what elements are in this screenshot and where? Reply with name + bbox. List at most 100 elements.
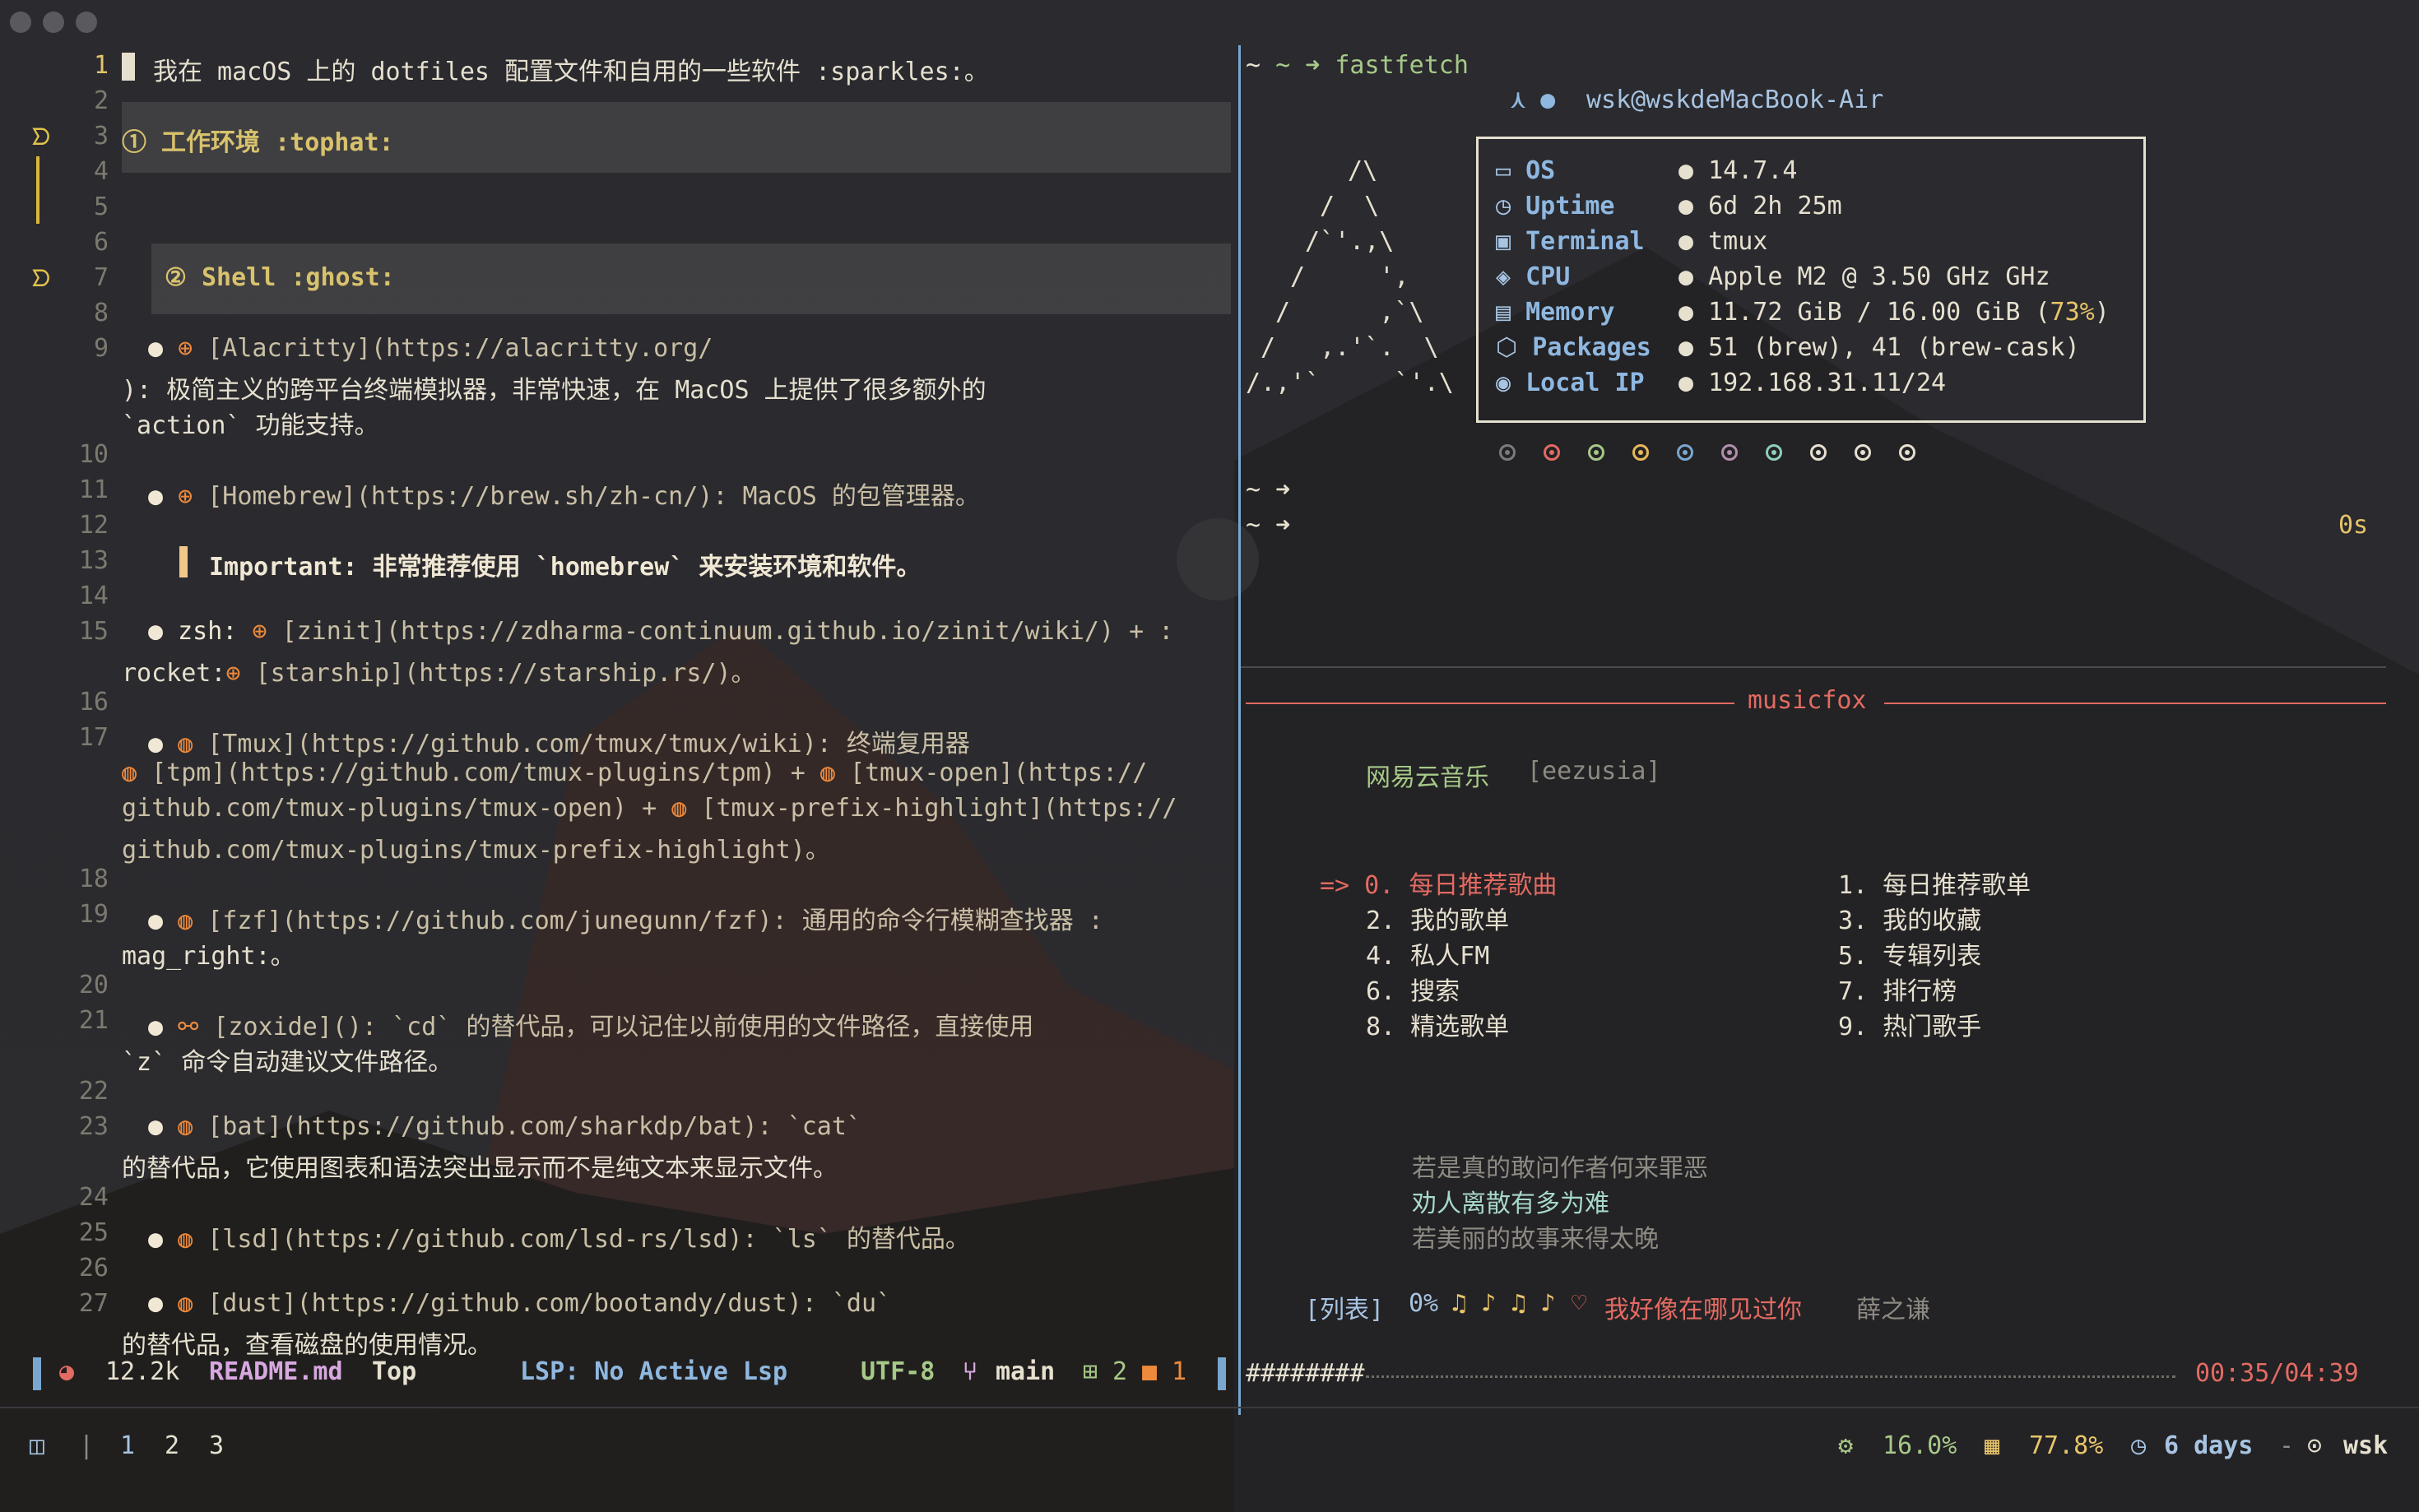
line-text[interactable]: `z` 命令自动建议文件路径。 (122, 1041, 453, 1078)
git-changed-icon: ■ (1142, 1357, 1158, 1386)
separator: - (2279, 1431, 2295, 1460)
menu-item-daily-songs[interactable]: => 0. 每日推荐歌曲 (1320, 865, 1557, 901)
window-tab-2[interactable]: 2 (165, 1431, 179, 1460)
line-text[interactable]: ● ◍ [fzf](https://github.com/junegunn/fz… (148, 900, 1103, 936)
info-key: Local IP (1525, 369, 1645, 397)
line-number: 21 (78, 1006, 109, 1035)
info-value: ● 6d 2h 25m (1678, 192, 1842, 220)
pane-divider[interactable] (1238, 45, 1241, 1415)
title-rule (1246, 703, 1734, 704)
play-mode[interactable]: [列表] (1305, 1289, 1384, 1325)
line-text[interactable]: ● ◍ [bat](https://github.com/sharkdp/bat… (148, 1112, 861, 1141)
ascii-art-line: /\ (1333, 156, 1393, 185)
link[interactable]: [tmux-prefix-highlight](https:// (701, 794, 1177, 823)
line-text[interactable]: ): 极简主义的跨平台终端模拟器，非常快速，在 MacOS 上提供了很多额外的 (122, 369, 987, 406)
link[interactable]: [bat](https://github.com/sharkdp/bat): `… (207, 1112, 861, 1141)
link[interactable]: [lsd](https://github.com/lsd-rs/lsd): `l… (207, 1225, 970, 1254)
git-changed-count: 1 (1172, 1357, 1187, 1386)
line-number: 12 (78, 511, 109, 540)
package-icon: ⬡ (1496, 333, 1518, 362)
line-text[interactable]: `action` 功能支持。 (122, 405, 379, 441)
info-value: ● 11.72 GiB / 16.00 GiB (73%) (1678, 298, 2110, 327)
palette-dot (1499, 444, 1516, 461)
info-key: OS (1525, 156, 1556, 185)
line-text[interactable]: ● ◍ [Tmux](https://github.com/tmux/tmux/… (148, 723, 970, 759)
menu-item-search[interactable]: 6. 搜索 (1366, 971, 1460, 1007)
info-key: Packages (1532, 333, 1651, 362)
link[interactable]: [tmux-open](https:// (850, 758, 1147, 787)
volume[interactable]: 0% (1409, 1289, 1438, 1318)
link[interactable]: [fzf](https://github.com/junegunn/fzf): … (207, 907, 1103, 935)
line-text[interactable]: ● ⚯ [zoxide](): `cd` 的替代品，可以记住以前使用的文件路径，… (148, 1006, 1033, 1042)
link[interactable]: [Alacritty](https://alacritty.org/ (207, 334, 713, 363)
menu-item-my-playlists[interactable]: 2. 我的歌单 (1366, 900, 1509, 936)
menu-item-favorites[interactable]: 3. 我的收藏 (1838, 900, 1981, 936)
line-number: 16 (78, 688, 109, 717)
line-text[interactable]: ◍ [tpm](https://github.com/tmux-plugins/… (122, 758, 1147, 787)
ascii-art-line: / \ (1320, 192, 1380, 220)
link[interactable]: [Homebrew](https://brew.sh/zh-cn/): MacO… (207, 482, 980, 511)
minimize-window-button[interactable] (43, 12, 64, 33)
menu-item-artists[interactable]: 9. 热门歌手 (1838, 1006, 1981, 1042)
line-number: 26 (78, 1254, 109, 1282)
title-rule (1884, 703, 2386, 704)
line-text[interactable]: mag_right:。 (122, 935, 295, 972)
heading-text[interactable]: ② Shell :ghost: (165, 263, 395, 292)
menu-item-charts[interactable]: 7. 排行榜 (1838, 971, 1957, 1007)
line-text[interactable]: github.com/tmux-plugins/tmux-prefix-high… (122, 829, 830, 865)
line-text[interactable]: ● ⊕ [Alacritty](https://alacritty.org/ (148, 334, 713, 363)
prompt-command: ~ ➜ fastfetch (1275, 51, 1469, 80)
info-value: ● 192.168.31.11/24 (1678, 369, 1947, 397)
shell-prompt[interactable]: ~ ~ ➜ fastfetch (1246, 51, 1469, 80)
ascii-art-line: / ,.'`. \ (1261, 333, 1439, 362)
heading-text[interactable]: ① 工作环境 :tophat: (122, 122, 394, 158)
lyric-line-current: 劝人离散有多为难 (1412, 1190, 1609, 1218)
line-number: 24 (78, 1183, 109, 1212)
close-window-button[interactable] (10, 12, 31, 33)
laptop-icon: ▭ (1496, 156, 1511, 185)
menu-item-personal-fm[interactable]: 4. 私人FM (1366, 935, 1489, 972)
session-icon: ◫ (30, 1431, 45, 1460)
app-title: musicfox (1748, 686, 1867, 715)
pane-border[interactable] (1241, 666, 2386, 668)
menu-item-albums[interactable]: 5. 专辑列表 (1838, 935, 1981, 972)
line-text[interactable]: 的替代品，查看磁盘的使用情况。 (122, 1324, 492, 1361)
zoom-window-button[interactable] (76, 12, 97, 33)
git-added-count: 2 (1112, 1357, 1128, 1386)
menu-item-daily-playlists[interactable]: 1. 每日推荐歌单 (1838, 865, 2031, 901)
web-icon: ⊕ (178, 334, 193, 363)
shell-prompt[interactable]: ~ ➜ (1246, 511, 1290, 540)
link[interactable]: github.com/tmux-plugins/tmux-open) + (122, 794, 671, 823)
link[interactable]: [tpm](https://github.com/tmux-plugins/tp… (151, 758, 820, 787)
line-text[interactable]: github.com/tmux-plugins/tmux-open) + ◍ [… (122, 794, 1177, 823)
callout-text[interactable]: Important: 非常推荐使用 `homebrew` 来安装环境和软件。 (209, 546, 921, 582)
git-branch[interactable]: main (996, 1357, 1055, 1386)
line-text[interactable]: 我在 macOS 上的 dotfiles 配置文件和自用的一些软件 :spark… (153, 51, 989, 87)
info-row: ▭ OS (1496, 156, 1555, 185)
cpu-icon: ⚙ (1838, 1431, 1854, 1460)
line-text[interactable]: 的替代品，它使用图表和语法突出显示而不是纯文本来显示文件。 (122, 1148, 838, 1184)
line-text[interactable]: rocket:⊕ [starship](https://starship.rs/… (122, 652, 756, 689)
link[interactable]: [zinit](https://zdharma-continuum.github… (282, 617, 1174, 646)
link[interactable]: [zoxide](): `cd` 的替代品，可以记住以前使用的文件路径，直接使用 (213, 1013, 1033, 1041)
file-name[interactable]: README.md (209, 1357, 343, 1386)
shell-prompt[interactable]: ~ ➜ (1246, 475, 1290, 504)
menu-item-featured[interactable]: 8. 精选歌单 (1366, 1006, 1509, 1042)
window-tab-3[interactable]: 3 (209, 1431, 224, 1460)
github-icon: ◍ (819, 758, 835, 787)
list-bullet: ● zsh: (148, 617, 253, 646)
account-name[interactable]: [eezusia] (1527, 757, 1661, 786)
lsp-status[interactable]: LSP: No Active Lsp (520, 1357, 787, 1386)
info-row: ⬡ Packages (1496, 333, 1651, 362)
line-text[interactable]: ● ⊕ [Homebrew](https://brew.sh/zh-cn/): … (148, 475, 980, 512)
link[interactable]: [starship](https://starship.rs/)。 (256, 659, 756, 688)
statusline-edge (1218, 1357, 1226, 1390)
line-text[interactable]: ● ◍ [lsd](https://github.com/lsd-rs/lsd)… (148, 1218, 970, 1255)
window-tab-1[interactable]: 1 (120, 1431, 135, 1460)
line-text[interactable]: ● zsh: ⊕ [zinit](https://zdharma-continu… (148, 617, 1173, 646)
heart-icon[interactable]: ♡ (1572, 1289, 1586, 1318)
statusbar-rule (0, 1407, 2419, 1408)
link[interactable]: [dust](https://github.com/bootandy/dust)… (207, 1289, 891, 1318)
link[interactable]: [Tmux](https://github.com/tmux/tmux/wiki… (207, 730, 970, 758)
line-text[interactable]: ● ◍ [dust](https://github.com/bootandy/d… (148, 1289, 891, 1318)
